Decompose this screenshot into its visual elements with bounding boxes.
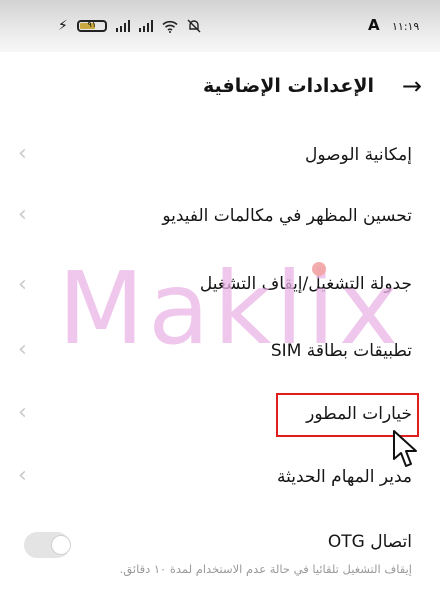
network-indicator: A [368, 16, 380, 34]
page-title: الإعدادات الإضافية [203, 75, 374, 97]
settings-item-label: جدولة التشغيل/إيقاف التشغيل [199, 274, 412, 294]
mouse-cursor-icon [393, 430, 417, 467]
chevron-left-icon: ‹ [18, 463, 27, 488]
settings-item-otg[interactable]: اتصال OTG إيقاف التشغيل تلقائيا في حالة … [0, 524, 440, 584]
bolt-icon: ⚡ [58, 18, 68, 34]
settings-item-label: تطبيقات بطاقة SIM [270, 341, 412, 361]
chevron-left-icon: ‹ [18, 337, 27, 362]
chevron-left-icon: ‹ [18, 400, 27, 425]
settings-item-schedule-power[interactable]: جدولة التشغيل/إيقاف التشغيل ‹ [0, 266, 440, 310]
chevron-left-icon: ‹ [18, 141, 27, 166]
signal-icon [138, 20, 153, 32]
status-bar: ⚡ ٩١ A ١١:١٩ [0, 0, 440, 52]
status-icons: ⚡ ٩١ [58, 18, 201, 34]
signal-icon [115, 20, 130, 32]
otg-toggle[interactable] [24, 532, 71, 558]
settings-item-recent-tasks[interactable]: مدير المهام الحديثة ‹ [0, 457, 440, 501]
otg-description: إيقاف التشغيل تلقائيا في حالة عدم الاستخ… [119, 562, 412, 576]
watermark-dot [312, 262, 326, 276]
status-time: ١١:١٩ [392, 20, 420, 33]
arrow-right-icon[interactable]: → [402, 72, 422, 100]
otg-label: اتصال OTG [327, 532, 412, 552]
chevron-left-icon: ‹ [18, 272, 27, 297]
wifi-icon [162, 20, 178, 33]
battery-percent: ٩١ [87, 20, 97, 29]
battery-icon: ٩١ [76, 20, 107, 32]
settings-item-sim-apps[interactable]: تطبيقات بطاقة SIM ‹ [0, 331, 440, 375]
settings-item-video-call-beauty[interactable]: تحسين المظهر في مكالمات الفيديو ‹ [0, 196, 440, 240]
mute-icon [187, 19, 201, 33]
settings-item-accessibility[interactable]: إمكانية الوصول ‹ [0, 135, 440, 179]
page-header: الإعدادات الإضافية → [0, 70, 440, 110]
settings-item-label: تحسين المظهر في مكالمات الفيديو [162, 206, 412, 226]
chevron-left-icon: ‹ [18, 202, 27, 227]
toggle-knob [51, 535, 71, 555]
settings-item-label: إمكانية الوصول [304, 145, 412, 165]
